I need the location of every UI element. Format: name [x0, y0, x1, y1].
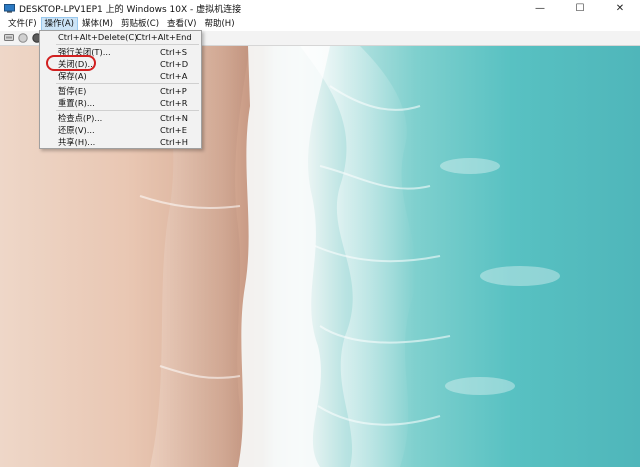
menu-item-shortcut: Ctrl+E	[160, 125, 187, 135]
menu-file[interactable]: 文件(F)	[4, 17, 41, 31]
menu-item-label: 共享(H)...	[58, 137, 96, 147]
menu-item-label: 还原(V)...	[58, 125, 95, 135]
menu-view[interactable]: 查看(V)	[163, 17, 200, 31]
menu-item-shortcut: Ctrl+N	[160, 113, 188, 123]
menu-help[interactable]: 帮助(H)	[200, 17, 238, 31]
ctrl-alt-del-icon[interactable]	[4, 33, 14, 43]
maximize-button[interactable]: ☐	[560, 0, 600, 17]
minimize-button[interactable]: —	[520, 0, 560, 17]
menu-item-revert[interactable]: 还原(V)... Ctrl+E	[40, 124, 201, 136]
menu-item-shortcut: Ctrl+Alt+End	[136, 32, 192, 42]
vm-connection-icon	[4, 4, 15, 13]
menu-item-shortcut: Ctrl+D	[160, 59, 189, 69]
menu-item-checkpoint[interactable]: 检查点(P)... Ctrl+N	[40, 112, 201, 124]
menu-separator	[56, 44, 199, 45]
menu-action[interactable]: 操作(A)	[40, 17, 78, 31]
shutdown-highlight-annotation	[46, 55, 96, 71]
menu-item-label: 检查点(P)...	[58, 113, 103, 123]
action-dropdown-menu: Ctrl+Alt+Delete(C) Ctrl+Alt+End 强行关闭(T).…	[39, 30, 202, 149]
menu-item-pause[interactable]: 暂停(E) Ctrl+P	[40, 85, 201, 97]
menu-item-share[interactable]: 共享(H)... Ctrl+H	[40, 136, 201, 148]
menu-item-ctrl-alt-delete[interactable]: Ctrl+Alt+Delete(C) Ctrl+Alt+End	[40, 31, 201, 43]
menu-clipboard[interactable]: 剪贴板(C)	[117, 17, 163, 31]
title-bar: DESKTOP-LPV1EP1 上的 Windows 10X - 虚拟机连接 —…	[0, 0, 640, 17]
menu-item-save[interactable]: 保存(A) Ctrl+A	[40, 70, 201, 82]
menu-item-shortcut: Ctrl+P	[160, 86, 187, 96]
menu-separator	[56, 83, 199, 84]
menu-item-reset[interactable]: 重置(R)... Ctrl+R	[40, 97, 201, 109]
menu-media[interactable]: 媒体(M)	[78, 17, 117, 31]
window-controls: — ☐ ✕	[520, 0, 640, 17]
window-title: DESKTOP-LPV1EP1 上的 Windows 10X - 虚拟机连接	[19, 5, 242, 15]
menu-item-shortcut: Ctrl+S	[160, 47, 187, 57]
menu-item-shortcut: Ctrl+A	[160, 71, 188, 81]
menu-item-shortcut: Ctrl+R	[160, 98, 188, 108]
start-icon[interactable]	[18, 33, 28, 43]
menu-item-label: 暂停(E)	[58, 86, 87, 96]
menu-bar: 文件(F) 操作(A) 媒体(M) 剪贴板(C) 查看(V) 帮助(H)	[0, 17, 640, 31]
menu-separator	[56, 110, 199, 111]
menu-item-shortcut: Ctrl+H	[160, 137, 188, 147]
menu-item-label: 保存(A)	[58, 71, 87, 81]
close-button[interactable]: ✕	[600, 0, 640, 17]
menu-item-label: Ctrl+Alt+Delete(C)	[58, 32, 138, 42]
menu-item-label: 重置(R)...	[58, 98, 95, 108]
